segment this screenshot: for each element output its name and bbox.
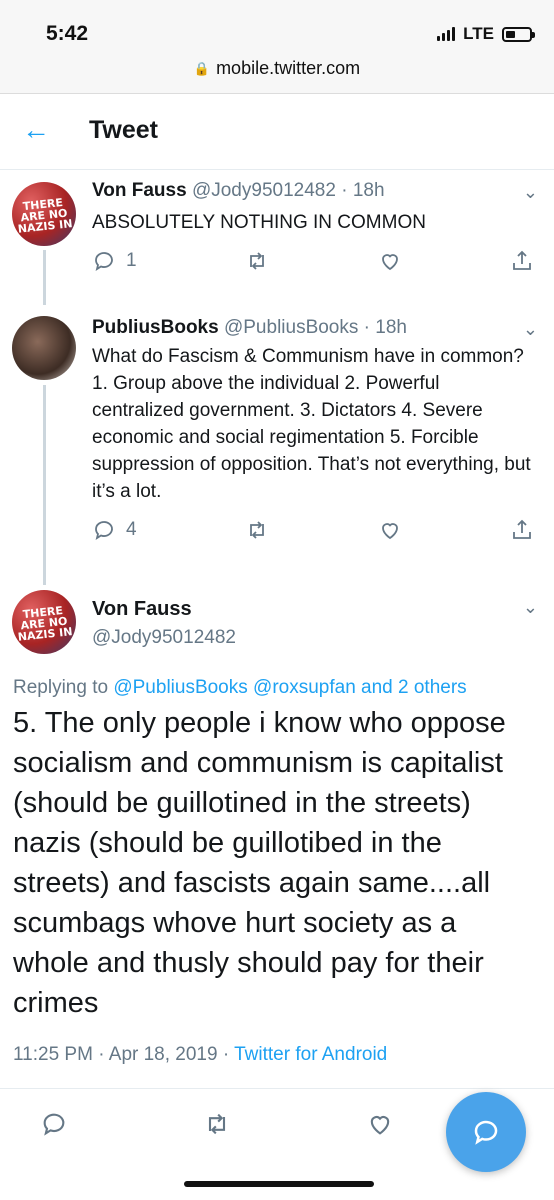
retweet-icon [250,521,264,539]
tweet-author-name[interactable]: Von Fauss [92,180,187,201]
compose-reply-button[interactable] [446,1092,526,1172]
like-button[interactable] [378,518,402,542]
tweet-text: ABSOLUTELY NOTHING IN COMMON [92,212,426,233]
focus-actions [40,1110,394,1138]
reply-count: 1 [126,250,137,271]
tweet-timestamp: 11:25 PM · Apr 18, 2019 · Twitter for An… [13,1044,388,1065]
app-header: ← Tweet [0,94,554,170]
avatar[interactable]: THERE ARE NO NAZIS IN [12,182,76,246]
tweet-author-handle[interactable]: @Jody95012482 [192,180,336,201]
reply-icon [95,252,113,271]
avatar[interactable]: THERE ARE NO NAZIS IN [12,590,76,654]
like-icon [381,254,398,271]
signal-icon [437,27,456,41]
focus-author: Von Fauss @Jody95012482 [92,598,236,649]
tweet-meta: PubliusBooks @PubliusBooks · 18h [92,317,407,338]
address-bar[interactable]: 🔒 mobile.twitter.com [0,58,554,79]
avatar-text: THERE ARE NO NAZIS IN [17,195,74,236]
share-button[interactable] [510,249,534,273]
compose-reply-icon [474,1120,498,1145]
retweet-icon[interactable] [203,1110,231,1138]
retweet-button[interactable] [245,518,269,542]
status-indicators: LTE [437,24,535,44]
like-icon [381,523,398,540]
tweet-text: What do Fascism & Communism have in comm… [92,346,531,502]
tweet-time[interactable]: 18h [375,317,407,338]
retweet-icon [250,252,264,270]
tweet-author-handle[interactable]: @PubliusBooks [224,317,358,338]
thread-line [43,250,46,305]
tweet-source[interactable]: Twitter for Android [234,1044,387,1065]
url-text: mobile.twitter.com [216,58,361,78]
reply-button[interactable]: 4 [92,518,137,542]
network-label: LTE [463,24,494,43]
tweet-item[interactable]: PubliusBooks @PubliusBooks · 18h ⌄ What … [0,305,554,585]
focus-author-handle[interactable]: @Jody95012482 [92,627,236,649]
retweet-button[interactable] [245,249,269,273]
tweet-actions: 1 [92,246,534,276]
tweet-time[interactable]: 18h [353,180,385,201]
battery-icon [502,26,535,42]
reply-icon [95,521,113,540]
tweet-author-name[interactable]: PubliusBooks [92,317,219,338]
avatar-text: THERE ARE NO NAZIS IN [17,603,74,644]
page-title: Tweet [89,116,158,144]
tweet-date[interactable]: Apr 18, 2019 [109,1044,218,1065]
home-indicator[interactable] [184,1181,374,1187]
replying-prefix: Replying to [13,677,109,698]
like-button[interactable] [378,249,402,273]
avatar[interactable] [12,316,76,380]
reply-button[interactable]: 1 [92,249,137,273]
reply-icon[interactable] [40,1110,68,1138]
share-button[interactable] [510,518,534,542]
like-icon[interactable] [366,1110,394,1138]
replying-to: Replying to @PubliusBooks @roxsupfan and… [13,677,467,699]
chevron-down-icon[interactable]: ⌄ [523,597,538,618]
tweet-meta: Von Fauss @Jody95012482 · 18h [92,180,385,201]
thread-line [43,385,46,585]
divider [0,1088,554,1089]
chevron-down-icon[interactable]: ⌄ [523,319,538,340]
tweet-time-of-day[interactable]: 11:25 PM [13,1044,93,1065]
browser-chrome: 5:42 LTE 🔒 mobile.twitter.com [0,0,554,94]
focus-author-name[interactable]: Von Fauss [92,598,236,621]
chevron-down-icon[interactable]: ⌄ [523,182,538,203]
reply-count: 4 [126,519,137,540]
replying-to-links[interactable]: @PubliusBooks @roxsupfan and 2 others [113,677,466,698]
share-icon [513,250,531,270]
tweet-actions: 4 [92,515,534,545]
tweet-item[interactable]: THERE ARE NO NAZIS IN Von Fauss @Jody950… [0,170,554,305]
share-icon [513,519,531,539]
status-time: 5:42 [46,22,89,45]
lock-icon: 🔒 [193,60,211,76]
back-arrow-icon[interactable]: ← [22,114,50,146]
focus-tweet-text: 5. The only people i know who oppose soc… [13,707,506,1019]
